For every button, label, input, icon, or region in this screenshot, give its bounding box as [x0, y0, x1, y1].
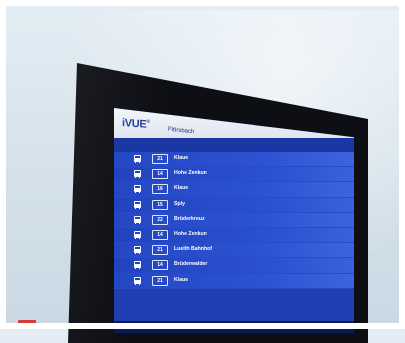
line-number-badge: 16	[152, 184, 168, 195]
departure-row: 14 Hohe Zenkun	[114, 227, 354, 244]
departure-row: 16 Klaue	[114, 182, 354, 198]
departure-row: 22 Brüderkreuz	[114, 212, 354, 228]
screen-footer	[114, 321, 354, 333]
line-number-badge: 14	[152, 229, 168, 240]
destination-label: Lueith Bahnhof	[174, 246, 213, 253]
bus-icon	[134, 276, 141, 285]
departure-row: 21 Lueith Bahnhof	[114, 243, 354, 259]
destination-label: Klaue	[174, 155, 189, 161]
destination-label: Klaue	[174, 276, 189, 283]
line-number-badge: 22	[152, 214, 168, 225]
bus-icon	[134, 246, 141, 255]
departure-row: 14 Hohe Zenkun	[114, 167, 354, 183]
line-number-badge: 21	[152, 245, 168, 256]
destination-label: Brüderwalder	[174, 261, 208, 268]
bus-icon	[134, 200, 141, 209]
brand-logo-text: iVUE	[122, 117, 147, 131]
bus-icon	[134, 185, 141, 194]
manufacturer-logo	[18, 320, 36, 325]
line-number-badge: 14	[152, 260, 168, 271]
brand-logo-mark: ®	[146, 118, 150, 125]
destination-label: Sply	[174, 200, 185, 207]
bus-icon	[134, 155, 141, 163]
brand-logo: iVUE®	[122, 117, 150, 131]
destination-label: Brüderkreuz	[174, 215, 205, 222]
bus-icon	[134, 230, 141, 239]
line-number-badge: 21	[152, 275, 168, 286]
station-name: Flörsbach	[168, 126, 195, 136]
column-header-row	[114, 138, 354, 152]
line-number-badge: 14	[152, 169, 168, 180]
departure-screen: iVUE® Flörsbach 21 Klaue 14 Hohe Zenkun 16 Kl…	[114, 108, 354, 333]
bus-icon	[134, 215, 141, 224]
bus-icon	[134, 170, 141, 179]
destination-label: Klaue	[174, 185, 189, 192]
departure-row: 21 Klaue	[114, 273, 354, 289]
line-number-badge: 21	[152, 154, 168, 164]
destination-label: Hohe Zenkun	[174, 170, 207, 177]
destination-label: Hohe Zenkun	[174, 230, 207, 237]
departure-row: 21 Klaue	[114, 152, 354, 168]
departure-list: 21 Klaue 14 Hohe Zenkun 16 Klaue 15 Sply 22 Brüde…	[114, 152, 354, 289]
departure-row: 14 Brüderwalder	[114, 258, 354, 274]
line-number-badge: 15	[152, 199, 168, 210]
departure-row: 15 Sply	[114, 197, 354, 213]
bus-icon	[134, 261, 141, 270]
